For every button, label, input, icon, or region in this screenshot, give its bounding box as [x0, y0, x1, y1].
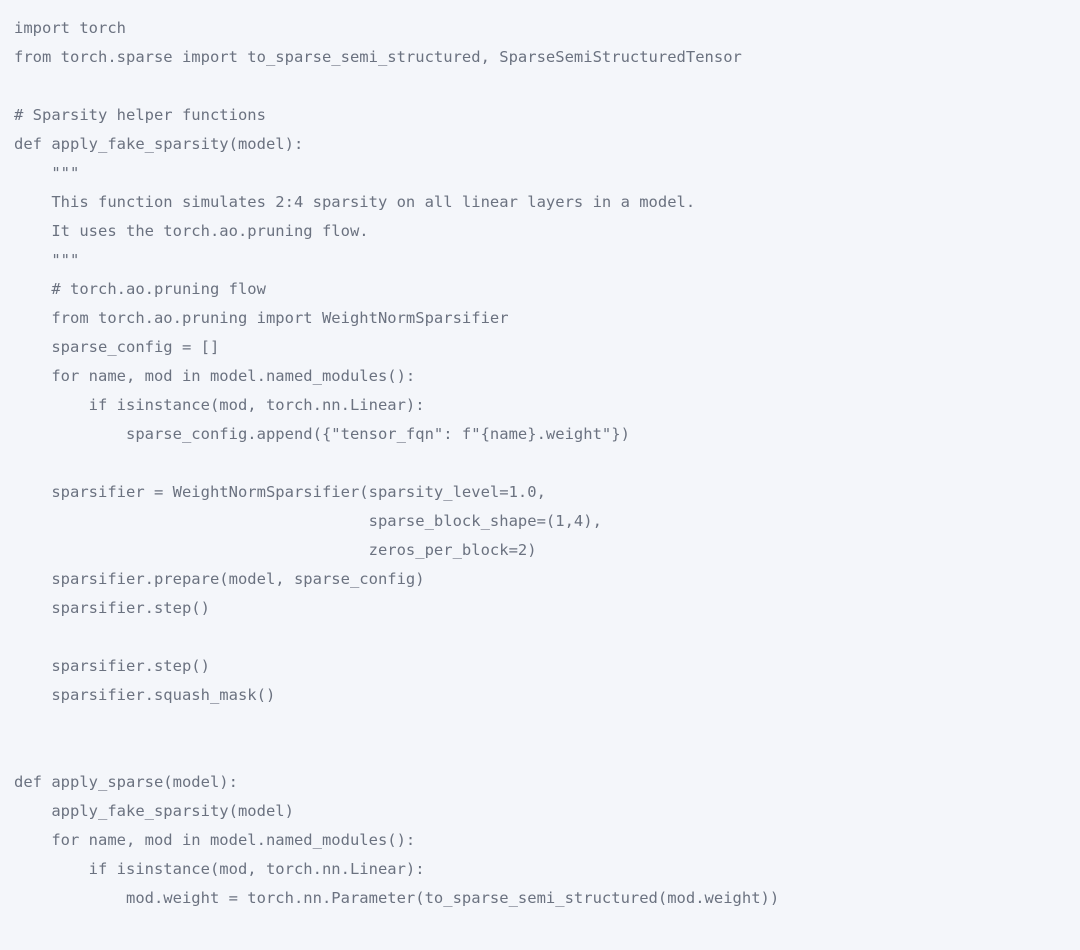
code-content: import torch from torch.sparse import to…: [14, 19, 779, 907]
code-block: import torch from torch.sparse import to…: [0, 0, 1080, 927]
